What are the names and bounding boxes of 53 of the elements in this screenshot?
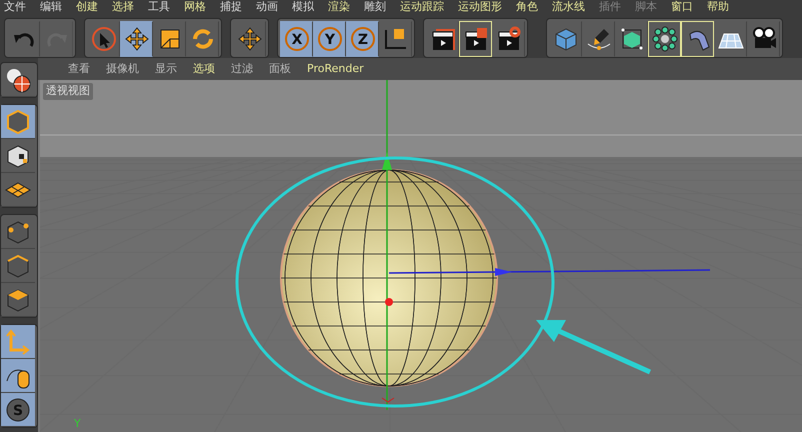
cloner-icon <box>652 26 678 52</box>
menu-item[interactable]: 捕捉 <box>220 0 242 14</box>
viewport-menu-item[interactable]: ProRender <box>307 60 364 78</box>
menu-item[interactable]: 模拟 <box>292 0 314 14</box>
checkered-cube-icon <box>5 142 31 168</box>
axis-label: Y <box>74 416 81 432</box>
move-arrows-icon <box>124 26 150 52</box>
viewport-title: 透视视图 <box>43 83 93 100</box>
subdivision-cube-icon <box>618 26 644 52</box>
cursor-icon <box>90 26 116 52</box>
menu-item[interactable]: 渲染 <box>328 0 350 14</box>
menu-item[interactable]: 创建 <box>76 0 98 14</box>
axis-icon <box>5 328 31 354</box>
toolbar-button[interactable]: Y <box>313 21 346 57</box>
viewport-menu-item[interactable]: 面板 <box>269 60 291 78</box>
pen-icon <box>586 26 612 52</box>
viewport-menu-item[interactable]: 过滤 <box>231 60 253 78</box>
viewport-menu-item[interactable]: 摄像机 <box>106 60 139 78</box>
toolbar-button[interactable] <box>120 21 153 57</box>
menu-item[interactable]: 工具 <box>148 0 170 14</box>
menu-item[interactable]: 角色 <box>516 0 538 14</box>
menu-item[interactable]: 雕刻 <box>364 0 386 14</box>
viewport-menu-item[interactable]: 选项 <box>193 60 215 78</box>
menu-item[interactable]: 编辑 <box>40 0 62 14</box>
cube-points-icon <box>5 218 31 244</box>
menu-item[interactable]: 动画 <box>256 0 278 14</box>
menu-item[interactable]: 帮助 <box>707 0 729 14</box>
move-arrows-icon <box>236 26 262 52</box>
menu-item[interactable]: 运动跟踪 <box>400 0 444 14</box>
menu-item[interactable]: 文件 <box>4 0 26 14</box>
cube-icon <box>552 26 578 52</box>
cube-edges-icon <box>5 252 31 278</box>
sidebar-button[interactable] <box>1 359 35 393</box>
snap-icon: S <box>5 396 31 422</box>
cube-polygon-icon <box>5 286 31 312</box>
globe-icon <box>5 66 31 92</box>
menu-item[interactable]: 窗口 <box>671 0 693 14</box>
menu-item[interactable]: 运动图形 <box>458 0 502 14</box>
ring-icon: Y <box>316 26 342 52</box>
coordinate-system-icon <box>382 26 408 52</box>
toolbar-button[interactable]: X <box>280 21 313 57</box>
menu-item[interactable]: 网格 <box>184 0 206 14</box>
viewport-menu-item[interactable]: 查看 <box>68 60 90 78</box>
clapperboard-icon <box>496 26 522 52</box>
menu-item[interactable]: 选择 <box>112 0 134 14</box>
clapperboard-icon <box>430 26 456 52</box>
cube-icon <box>5 108 31 134</box>
ring-icon: Z <box>350 26 376 52</box>
ring-icon: X <box>284 26 310 52</box>
clapperboard-icon <box>462 26 488 52</box>
viewport-menu-item[interactable]: 显示 <box>155 60 177 78</box>
menu-item[interactable]: 流水线 <box>552 0 585 14</box>
toolbar-button[interactable]: Z <box>346 21 379 57</box>
